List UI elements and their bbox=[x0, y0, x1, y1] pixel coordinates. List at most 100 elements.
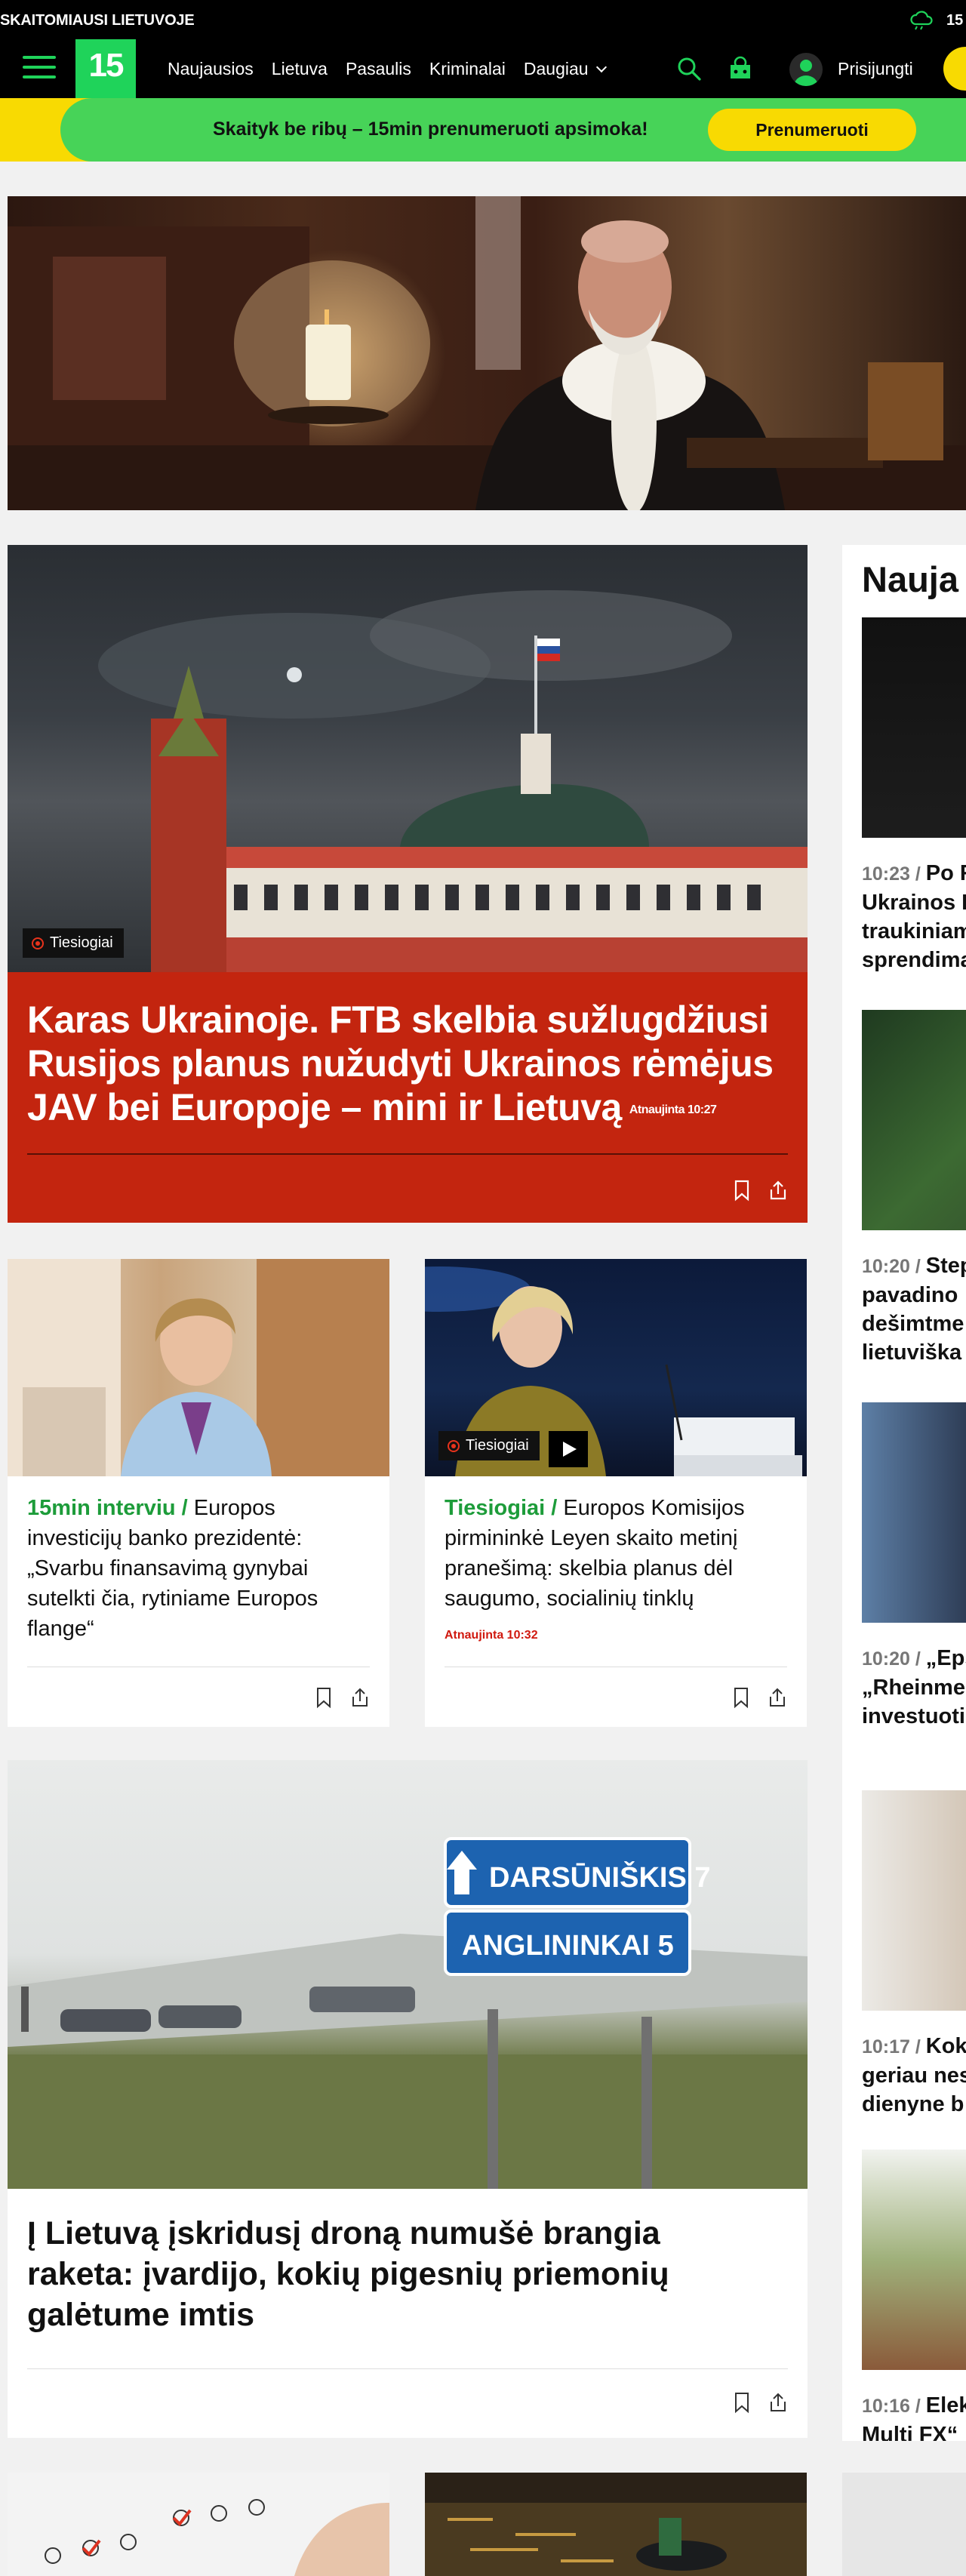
weather-cloud-icon[interactable] bbox=[909, 9, 934, 30]
sidebar-news-text[interactable]: 10:20 / „Eps „Rheinme investuoti bbox=[862, 1644, 966, 1731]
user-avatar-icon[interactable] bbox=[789, 53, 823, 86]
sidebar-news-image bbox=[862, 2150, 966, 2370]
subscribe-button[interactable]: Prenumeruoti bbox=[708, 109, 916, 151]
nav-item-naujausios[interactable]: Naujausios bbox=[168, 59, 254, 79]
time-separator: / bbox=[909, 1648, 926, 1670]
kremlin-illustration bbox=[98, 590, 808, 972]
nav-item-pasaulis[interactable]: Pasaulis bbox=[346, 59, 411, 79]
kicker-separator: / bbox=[175, 1496, 194, 1520]
sidebar-news-image bbox=[862, 617, 966, 838]
article-card[interactable] bbox=[425, 2473, 807, 2576]
nav-item-daugiau[interactable]: Daugiau bbox=[524, 59, 605, 79]
sidebar-news-image bbox=[862, 1402, 966, 1623]
lead-article-title[interactable]: Karas Ukrainoje. FTB skelbia sužlugdžius… bbox=[27, 998, 774, 1132]
article-card-interview[interactable]: 15min interviu / Europos investicijų ban… bbox=[8, 1259, 389, 1727]
sidebar-news-item[interactable]: 10:23 / Po R Ukrainos I traukiniam spren… bbox=[862, 617, 966, 980]
sidebar-news-text[interactable]: 10:16 / Elekt Multi FX“ bbox=[862, 2391, 966, 2441]
news-time: 10:16 bbox=[862, 2396, 910, 2417]
time-separator: / bbox=[909, 2396, 926, 2417]
sidebar-news-item[interactable]: 10:20 / Step pavadino dešimtme lietuvišk… bbox=[862, 1010, 966, 1372]
sidebar-news-item[interactable]: 10:17 / Koki geriau nes dienyne b bbox=[862, 1790, 966, 2122]
site-logo[interactable]: 15 bbox=[75, 39, 136, 98]
share-icon[interactable] bbox=[768, 1179, 788, 1202]
news-line[interactable]: investuoti bbox=[862, 1702, 966, 1731]
share-icon[interactable] bbox=[350, 1686, 370, 1709]
article-title[interactable]: 15min interviu / Europos investicijų ban… bbox=[27, 1493, 374, 1644]
sidebar-news-text[interactable]: 10:20 / Step pavadino dešimtme lietuvišk… bbox=[862, 1251, 966, 1367]
time-separator: / bbox=[909, 2036, 926, 2057]
time-separator: / bbox=[909, 1256, 926, 1277]
login-link[interactable]: Prisijungti bbox=[838, 59, 913, 79]
news-line[interactable]: sprendima bbox=[862, 946, 966, 974]
bookmark-icon[interactable] bbox=[314, 1686, 334, 1709]
article-card[interactable] bbox=[8, 2473, 389, 2576]
live-dot-icon bbox=[448, 1439, 460, 1452]
news-time: 10:23 bbox=[862, 863, 910, 885]
live-badge: Tiesiogiai bbox=[23, 928, 124, 958]
article-card-drone[interactable]: DARSŪNIŠKIS 7 ANGLININKAI 5 Į Lietuvą įs… bbox=[8, 1760, 808, 2438]
news-line[interactable]: „Rheinme bbox=[862, 1673, 966, 1702]
sidebar-news-image bbox=[862, 1790, 966, 2011]
nav-item-kriminalai[interactable]: Kriminalai bbox=[429, 59, 506, 79]
news-line[interactable]: Elekt bbox=[926, 2393, 966, 2418]
sidebar-heading: Nauja bbox=[862, 559, 958, 599]
article-image bbox=[8, 1259, 389, 1476]
sidebar-placeholder bbox=[842, 2473, 966, 2576]
news-line[interactable]: Multi FX“ bbox=[862, 2421, 966, 2441]
lead-article-body: Karas Ukrainoje. FTB skelbia sužlugdžius… bbox=[8, 972, 808, 1223]
news-line[interactable]: lietuviška bbox=[862, 1338, 966, 1367]
sidebar-block bbox=[842, 2473, 966, 2576]
news-line[interactable]: Step bbox=[926, 1254, 966, 1278]
time-separator: / bbox=[909, 863, 926, 885]
main-nav: 15 Naujausios Lietuva Pasaulis Kriminala… bbox=[0, 39, 966, 98]
temperature: 15 bbox=[946, 12, 964, 29]
news-line[interactable]: traukiniam bbox=[862, 917, 966, 946]
article-title[interactable]: Į Lietuvą įskridusį droną numušė brangia… bbox=[27, 2213, 767, 2335]
lead-article-image: Tiesiogiai bbox=[8, 545, 808, 972]
sidebar-news-text[interactable]: 10:23 / Po R Ukrainos I traukiniam spren… bbox=[862, 859, 966, 974]
news-time: 10:20 bbox=[862, 1648, 910, 1670]
kicker-separator: / bbox=[545, 1496, 564, 1520]
hero-banner-image[interactable] bbox=[8, 196, 966, 510]
live-badge-label: Tiesiogiai bbox=[466, 1437, 529, 1454]
bookmark-icon[interactable] bbox=[732, 2391, 752, 2414]
menu-icon[interactable] bbox=[23, 56, 56, 82]
search-icon[interactable] bbox=[676, 56, 702, 82]
lead-article-card[interactable]: Tiesiogiai Karas Ukrainoje. FTB skelbia … bbox=[8, 545, 808, 1223]
news-line[interactable]: Ukrainos I bbox=[862, 888, 966, 917]
nav-item-lietuva[interactable]: Lietuva bbox=[272, 59, 328, 79]
news-line[interactable]: Koki bbox=[926, 2034, 966, 2058]
divider bbox=[27, 2368, 788, 2369]
live-dot-icon bbox=[32, 937, 44, 949]
article-card-live[interactable]: Tiesiogiai Tiesiogiai / Europos Komisijo… bbox=[425, 1259, 807, 1727]
share-icon[interactable] bbox=[768, 1686, 787, 1709]
bookmark-icon[interactable] bbox=[731, 1686, 751, 1709]
article-kicker[interactable]: 15min interviu bbox=[27, 1496, 176, 1520]
latest-news-sidebar: Nauja 10:23 / Po R Ukrainos I traukiniam… bbox=[842, 545, 966, 2441]
quiz-sheet-illustration bbox=[8, 2473, 389, 2576]
article-headline[interactable]: Į Lietuvą įskridusį droną numušė brangia… bbox=[27, 2215, 669, 2333]
play-icon[interactable] bbox=[549, 1431, 588, 1467]
bookmark-icon[interactable] bbox=[732, 1179, 752, 1202]
share-icon[interactable] bbox=[768, 2391, 788, 2414]
news-line[interactable]: dešimtme bbox=[862, 1310, 966, 1338]
news-line[interactable]: geriau nes bbox=[862, 2061, 966, 2090]
news-line[interactable]: pavadino bbox=[862, 1281, 966, 1310]
news-time: 10:20 bbox=[862, 1256, 910, 1277]
news-line[interactable]: „Eps bbox=[926, 1646, 966, 1670]
sidebar-news-item[interactable]: 10:20 / „Eps „Rheinme investuoti bbox=[862, 1402, 966, 1734]
sign-bottom-text: ANGLININKAI 5 bbox=[462, 1930, 674, 1962]
news-line[interactable]: dienyne b bbox=[862, 2090, 966, 2119]
lead-updated: Atnaujinta 10:27 bbox=[629, 1103, 717, 1116]
sign-top-text: DARSŪNIŠKIS 7 bbox=[489, 1860, 711, 1894]
sidebar-news-text[interactable]: 10:17 / Koki geriau nes dienyne b bbox=[862, 2032, 966, 2119]
article-kicker[interactable]: Tiesiogiai bbox=[445, 1496, 545, 1520]
news-line[interactable]: Po R bbox=[926, 861, 966, 885]
subscribe-pill[interactable] bbox=[943, 47, 966, 91]
logo-text: 15 bbox=[88, 47, 125, 84]
article-title[interactable]: Tiesiogiai / Europos Komisijos pirminink… bbox=[445, 1493, 792, 1614]
subscribe-text: Skaityk be ribų – 15min prenumeruoti aps… bbox=[213, 118, 648, 140]
sidebar-news-item[interactable]: 10:16 / Elekt Multi FX“ bbox=[862, 2150, 966, 2441]
road-sign-illustration: DARSŪNIŠKIS 7 ANGLININKAI 5 bbox=[8, 1837, 808, 2189]
games-icon[interactable] bbox=[726, 56, 755, 82]
